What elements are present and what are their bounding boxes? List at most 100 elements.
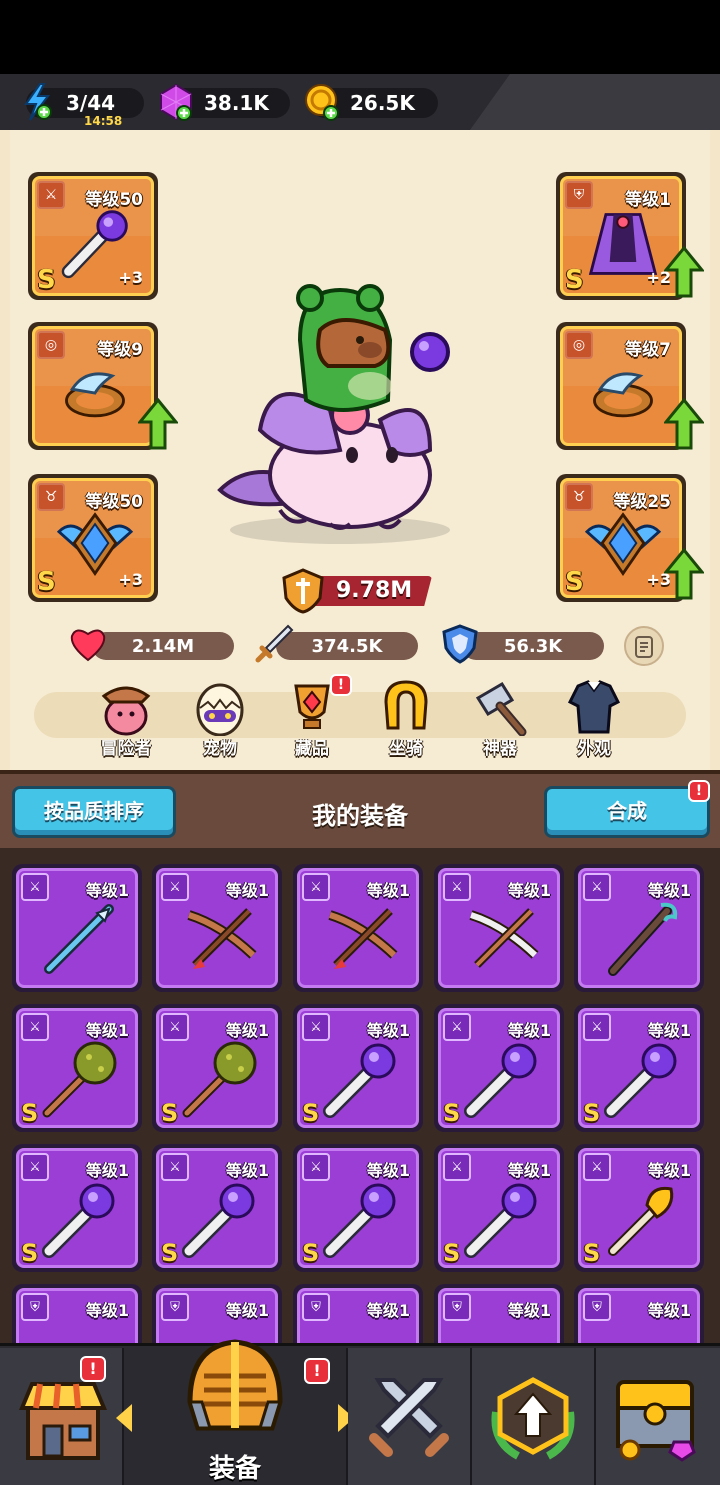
slot-level: 等级1	[625, 190, 671, 210]
nav-treasure[interactable]	[596, 1348, 720, 1485]
item-level: 等级1	[507, 1301, 551, 1320]
list-detail-icon	[635, 636, 653, 658]
purple-gem-icon	[160, 83, 192, 121]
ice-spear-icon	[44, 904, 114, 974]
item-level: 等级1	[647, 1161, 691, 1180]
wood-staff-icon	[608, 902, 678, 976]
merge-button[interactable]: 合成	[544, 786, 710, 838]
coin-counter[interactable]: 26.5K	[305, 84, 438, 121]
equipment-item[interactable]: ⚔ 等级1	[152, 864, 282, 992]
equipment-item[interactable]: ⚔ 等级1 S	[12, 1004, 142, 1132]
equipment-item[interactable]: ⚔ 等级1 S	[152, 1144, 282, 1272]
adventurer-icon	[101, 686, 151, 736]
orb-staff-icon	[323, 1183, 396, 1258]
nav-battle[interactable]	[348, 1348, 472, 1485]
sort-by-quality-button[interactable]: 按品质排序	[12, 786, 176, 838]
equipment-item[interactable]: ⚔ 等级1 S	[574, 1004, 704, 1132]
item-rank: S	[302, 1099, 320, 1127]
item-rank: S	[443, 1099, 461, 1127]
slot-rank: S	[565, 265, 584, 295]
upgrade-arrow-icon	[664, 548, 704, 600]
menu-mount-label: 坐骑	[389, 739, 423, 759]
nav-equipment-label: 装备	[208, 1454, 261, 1484]
shop-notification-badge: !	[80, 1356, 106, 1382]
gem-counter[interactable]: 38.1K	[160, 83, 290, 121]
equipment-item[interactable]: ⚔ 等级1 S	[434, 1004, 564, 1132]
stats-detail-button[interactable]	[624, 626, 664, 666]
item-level: 等级1	[366, 1301, 410, 1320]
slot-plus: +3	[118, 570, 143, 589]
hammer-icon	[475, 681, 527, 736]
wing-ring-icon	[65, 372, 125, 418]
horseshoe-icon	[384, 680, 428, 730]
menu-adventurer-label: 冒险者	[100, 739, 152, 759]
sword-icon	[255, 624, 294, 663]
menu-appearance-label: 外观	[577, 739, 611, 759]
notification-badge: !	[330, 674, 352, 696]
equipment-item[interactable]: ⛨ 等级1	[293, 1284, 423, 1343]
bottom-navigation: ! 装备 !	[0, 1339, 720, 1485]
defense-value: 56.3K	[503, 636, 563, 657]
spiked-mace-icon	[182, 1041, 257, 1118]
orb-staff-icon	[42, 1183, 115, 1258]
upgrade-arrow-icon	[138, 398, 178, 450]
prev-arrow-icon[interactable]	[116, 1404, 132, 1432]
orb-staff-icon	[464, 1183, 537, 1258]
combat-power: 9.78M	[282, 568, 432, 614]
slot-level: 等级50	[85, 492, 143, 512]
slot-level: 等级25	[613, 492, 671, 512]
equipment-item[interactable]: ⚔ 等级1	[434, 864, 564, 992]
energy-counter[interactable]: 3/44 14:58	[24, 83, 144, 128]
slot-rank: S	[565, 567, 584, 597]
item-level: 等级1	[225, 881, 269, 900]
equipment-helmet-icon	[187, 1339, 283, 1431]
item-level: 等级1	[507, 881, 551, 900]
power-shield-icon	[282, 568, 324, 614]
equipment-item[interactable]: ⛨ 等级1	[12, 1284, 142, 1343]
menu-adventurer[interactable]: 冒险者	[86, 678, 166, 759]
menu-pet[interactable]: 宠物	[180, 678, 260, 759]
menu-mount[interactable]: 坐骑	[366, 678, 446, 759]
menu-collection[interactable]: 藏品 !	[272, 674, 352, 759]
equipment-item[interactable]: ⚔ 等级1 S	[293, 1004, 423, 1132]
merge-notification-badge: !	[688, 780, 710, 802]
menu-artifact-label: 神器	[483, 739, 517, 759]
nav-shop[interactable]: !	[0, 1348, 124, 1485]
slot-level: 等级50	[85, 190, 143, 210]
equipment-item[interactable]: ⚔ 等级1 S	[293, 1144, 423, 1272]
menu-artifact[interactable]: 神器	[460, 678, 540, 759]
equipment-item[interactable]: ⛨ 等级1	[574, 1284, 704, 1343]
wing-ring-icon	[593, 372, 653, 418]
nav-equipment[interactable]: 装备 !	[116, 1339, 354, 1485]
equipment-item[interactable]: ⚔ 等级1 S	[434, 1144, 564, 1272]
item-level: 等级1	[507, 1021, 551, 1040]
equipment-item[interactable]: ⚔ 等级1	[574, 864, 704, 992]
energy-timer: 14:58	[84, 114, 123, 128]
slot-rank: S	[37, 265, 56, 295]
item-level: 等级1	[366, 1161, 410, 1180]
shield-icon	[442, 624, 478, 664]
menu-appearance[interactable]: 外观	[554, 678, 634, 759]
equipment-item[interactable]: ⛨ 等级1	[434, 1284, 564, 1343]
slot-level: 等级9	[97, 340, 143, 360]
item-level: 等级1	[507, 1161, 551, 1180]
item-rank: S	[443, 1239, 461, 1267]
upgrade-arrow-icon	[491, 1377, 575, 1460]
orb-staff-icon	[323, 1043, 396, 1118]
orb-staff-icon	[604, 1043, 677, 1118]
menu-pet-label: 宠物	[203, 739, 237, 759]
equip-slot-weapon[interactable]: ⚔ 等级50 S +3	[28, 172, 158, 300]
equipment-item[interactable]: ⚔ 等级1	[12, 864, 142, 992]
gold-coin-icon	[305, 84, 339, 121]
equipment-item[interactable]: ⚔ 等级1 S	[574, 1144, 704, 1272]
equip-slot-necklace[interactable]: ♉ 等级50 S +3	[28, 474, 158, 602]
item-level: 等级1	[85, 881, 129, 900]
hero-character[interactable]	[210, 280, 470, 550]
shop-icon	[19, 1382, 107, 1460]
equipment-item[interactable]: ⚔ 等级1 S	[12, 1144, 142, 1272]
lightning-bolt-icon	[24, 83, 52, 121]
orb-staff-icon	[182, 1183, 255, 1258]
nav-upgrade[interactable]	[472, 1348, 596, 1485]
equipment-item[interactable]: ⚔ 等级1	[293, 864, 423, 992]
equipment-item[interactable]: ⚔ 等级1 S	[152, 1004, 282, 1132]
